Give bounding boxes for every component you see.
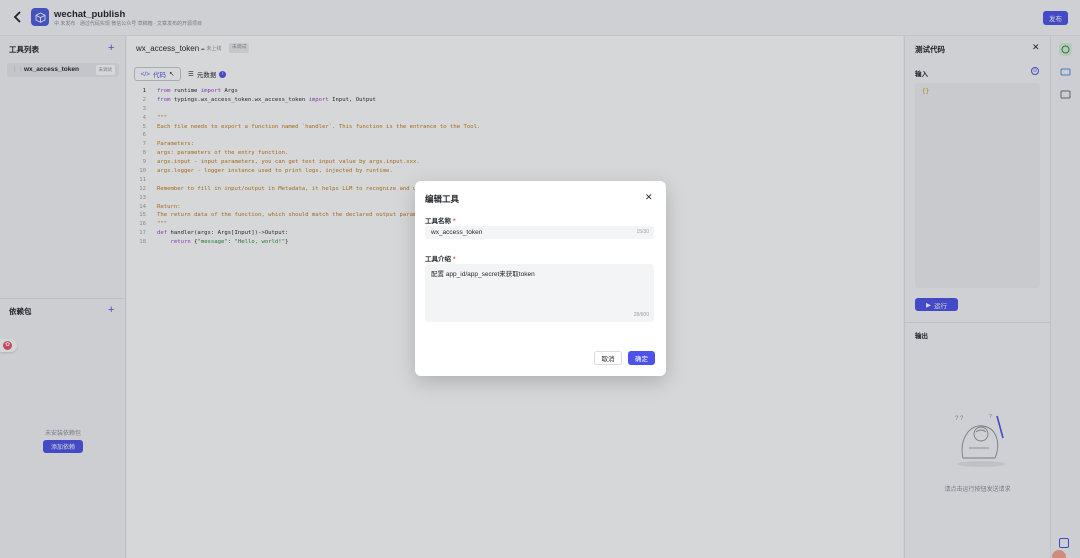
required-asterisk: *	[453, 256, 456, 263]
tool-name-label: 工具名称 *	[425, 215, 456, 225]
required-asterisk: *	[453, 218, 456, 225]
cancel-button[interactable]: 取消	[594, 351, 622, 365]
tool-description-textarea[interactable]: 配置 app_id/app_secret来获取token 28/600	[425, 264, 654, 322]
tool-desc-char-count: 28/600	[633, 312, 649, 318]
tool-name-value: wx_access_token	[431, 229, 483, 236]
tool-desc-value: 配置 app_id/app_secret来获取token	[431, 271, 535, 278]
tool-name-label-text: 工具名称	[425, 218, 451, 225]
confirm-button[interactable]: 确定	[628, 351, 655, 365]
tool-desc-label-text: 工具介绍	[425, 256, 451, 263]
edit-tool-dialog: 编辑工具 ✕ 工具名称 * wx_access_token 15/30 工具介绍 *…	[415, 181, 666, 376]
dialog-close-icon[interactable]: ✕	[645, 192, 653, 203]
tool-name-char-count: 15/30	[636, 229, 649, 235]
dialog-title: 编辑工具	[425, 194, 460, 204]
tool-name-input[interactable]: wx_access_token 15/30	[425, 226, 654, 239]
tool-desc-label: 工具介绍 *	[425, 253, 456, 263]
